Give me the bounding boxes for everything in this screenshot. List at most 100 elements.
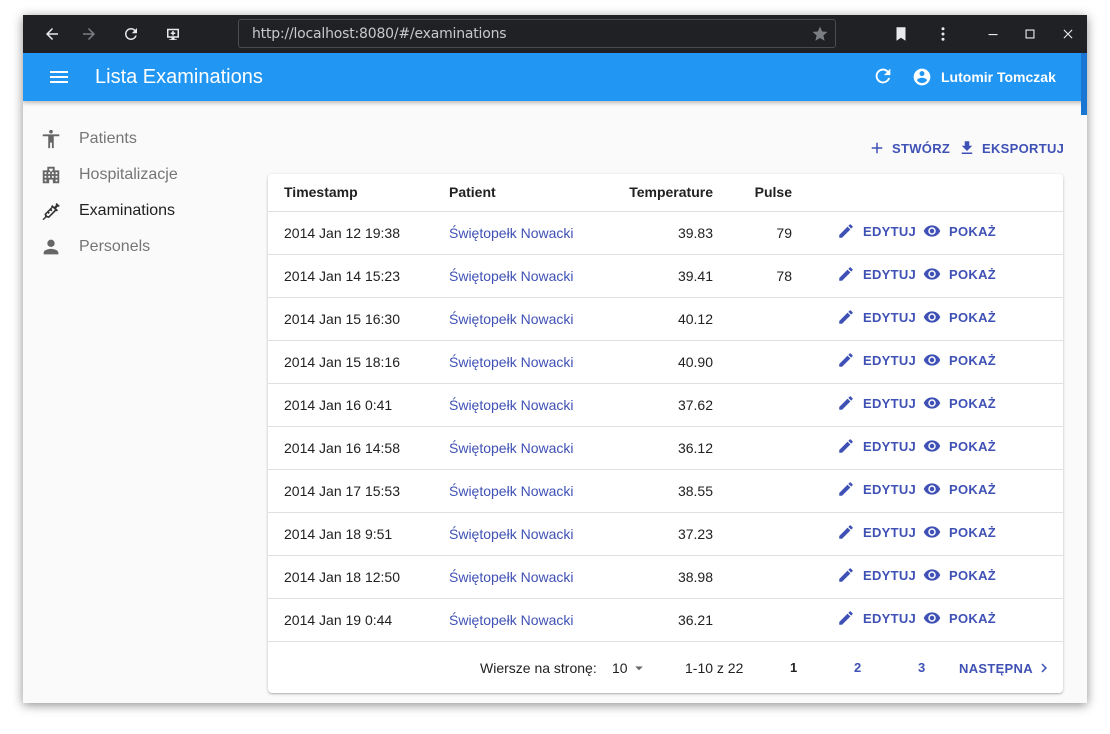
cell-timestamp: 2014 Jan 12 19:38 (268, 211, 449, 255)
patient-link[interactable]: Świętopełk Nowacki (449, 569, 574, 585)
forward-icon[interactable] (77, 22, 101, 46)
syringe-icon (42, 203, 60, 221)
patient-link[interactable]: Świętopełk Nowacki (449, 354, 574, 370)
show-button[interactable]: POKAŻ (923, 222, 996, 240)
edit-button[interactable]: EDYTUJ (837, 351, 916, 369)
patient-link[interactable]: Świętopełk Nowacki (449, 526, 574, 542)
cell-pulse (713, 383, 792, 427)
address-bar[interactable]: http://localhost:8080/#/examinations (238, 19, 836, 48)
show-button[interactable]: POKAŻ (923, 523, 996, 541)
edit-label: EDYTUJ (863, 266, 917, 282)
show-button[interactable]: POKAŻ (923, 265, 996, 283)
edit-button[interactable]: EDYTUJ (837, 222, 916, 240)
table-row[interactable]: 2014 Jan 18 9:51 Świętopełk Nowacki 37.2… (268, 512, 1063, 556)
back-icon[interactable] (40, 22, 64, 46)
pencil-icon (839, 396, 853, 410)
show-label: POKAŻ (949, 524, 996, 540)
page-button-2[interactable]: 2 (854, 660, 861, 675)
cell-timestamp: 2014 Jan 18 9:51 (268, 512, 449, 556)
export-button[interactable]: EKSPORTUJ (958, 140, 1064, 156)
table-row[interactable]: 2014 Jan 12 19:38 Świętopełk Nowacki 39.… (268, 211, 1063, 255)
reload-icon[interactable] (119, 22, 143, 46)
pencil-icon (839, 224, 853, 238)
show-button[interactable]: POKAŻ (923, 394, 996, 412)
eye-icon (923, 483, 941, 495)
edit-button[interactable]: EDYTUJ (837, 523, 916, 541)
cell-pulse (713, 297, 792, 341)
edit-button[interactable]: EDYTUJ (837, 308, 916, 326)
close-icon[interactable] (1056, 22, 1080, 46)
chevron-right-icon (1041, 663, 1047, 673)
cell-temperature: 36.21 (611, 598, 713, 642)
cell-timestamp: 2014 Jan 16 0:41 (268, 383, 449, 427)
next-page-button[interactable]: NASTĘPNA (959, 660, 1053, 677)
sidebar-item-hospitalizacje[interactable]: Hospitalizacje (23, 157, 263, 193)
edit-button[interactable]: EDYTUJ (837, 566, 916, 584)
patient-link[interactable]: Świętopełk Nowacki (449, 225, 574, 241)
edit-button[interactable]: EDYTUJ (837, 265, 916, 283)
sidebar-item-patients[interactable]: Patients (23, 121, 263, 157)
bookmark-star-icon[interactable] (811, 25, 829, 43)
table-row[interactable]: 2014 Jan 19 0:44 Świętopełk Nowacki 36.2… (268, 598, 1063, 642)
accessibility-icon (42, 129, 60, 149)
page-button-1[interactable]: 1 (790, 660, 797, 675)
header-pulse[interactable]: Pulse (713, 174, 792, 212)
extension-icon[interactable] (161, 22, 185, 46)
url-text: http://localhost:8080/#/examinations (252, 26, 507, 42)
cell-pulse: 79 (713, 211, 792, 255)
table-row[interactable]: 2014 Jan 18 12:50 Świętopełk Nowacki 38.… (268, 555, 1063, 599)
patient-link[interactable]: Świętopełk Nowacki (449, 268, 574, 284)
hamburger-menu-icon[interactable] (47, 65, 71, 89)
show-button[interactable]: POKAŻ (923, 480, 996, 498)
header-patient[interactable]: Patient (449, 174, 611, 212)
edit-label: EDYTUJ (863, 309, 917, 325)
show-label: POKAŻ (949, 438, 996, 454)
table-row[interactable]: 2014 Jan 15 18:16 Świętopełk Nowacki 40.… (268, 340, 1063, 384)
pencil-icon (839, 267, 853, 281)
sidebar-item-personels[interactable]: Personels (23, 229, 263, 265)
table-row[interactable]: 2014 Jan 15 16:30 Świętopełk Nowacki 40.… (268, 297, 1063, 341)
user-menu-button[interactable]: Lutomir Tomczak (912, 65, 1056, 89)
edit-button[interactable]: EDYTUJ (837, 437, 916, 455)
page-button-3[interactable]: 3 (918, 660, 925, 675)
patient-link[interactable]: Świętopełk Nowacki (449, 311, 574, 327)
examinations-table: Timestamp Patient Temperature Pulse 2014… (268, 174, 1063, 642)
eye-icon (923, 612, 941, 624)
table-row[interactable]: 2014 Jan 14 15:23 Świętopełk Nowacki 39.… (268, 254, 1063, 298)
header-timestamp[interactable]: Timestamp (268, 174, 449, 212)
bookmarks-icon[interactable] (889, 22, 913, 46)
table-row[interactable]: 2014 Jan 16 14:58 Świętopełk Nowacki 36.… (268, 426, 1063, 470)
show-button[interactable]: POKAŻ (923, 566, 996, 584)
show-button[interactable]: POKAŻ (923, 351, 996, 369)
maximize-icon[interactable] (1018, 22, 1042, 46)
cell-timestamp: 2014 Jan 15 18:16 (268, 340, 449, 384)
cell-timestamp: 2014 Jan 17 15:53 (268, 469, 449, 513)
edit-button[interactable]: EDYTUJ (837, 394, 916, 412)
edit-button[interactable]: EDYTUJ (837, 609, 916, 627)
create-button[interactable]: STWÓRZ (868, 140, 950, 156)
scrollbar[interactable] (1081, 53, 1087, 115)
more-vert-icon[interactable] (931, 22, 955, 46)
edit-label: EDYTUJ (863, 352, 917, 368)
pencil-icon (839, 525, 853, 539)
minimize-icon[interactable] (981, 22, 1005, 46)
header-temperature[interactable]: Temperature (611, 174, 713, 212)
cell-pulse (713, 340, 792, 384)
table-row[interactable]: 2014 Jan 17 15:53 Świętopełk Nowacki 38.… (268, 469, 1063, 513)
patient-link[interactable]: Świętopełk Nowacki (449, 483, 574, 499)
cell-pulse (713, 426, 792, 470)
show-button[interactable]: POKAŻ (923, 609, 996, 627)
show-button[interactable]: POKAŻ (923, 437, 996, 455)
pencil-icon (839, 439, 853, 453)
table-row[interactable]: 2014 Jan 16 0:41 Świętopełk Nowacki 37.6… (268, 383, 1063, 427)
rows-per-page-select[interactable]: 10 (612, 659, 648, 677)
refresh-icon[interactable] (872, 65, 896, 89)
sidebar-item-examinations[interactable]: Examinations (23, 193, 263, 229)
patient-link[interactable]: Świętopełk Nowacki (449, 397, 574, 413)
cell-pulse (713, 469, 792, 513)
edit-button[interactable]: EDYTUJ (837, 480, 916, 498)
patient-link[interactable]: Świętopełk Nowacki (449, 440, 574, 456)
show-button[interactable]: POKAŻ (923, 308, 996, 326)
patient-link[interactable]: Świętopełk Nowacki (449, 612, 574, 628)
edit-label: EDYTUJ (863, 438, 917, 454)
